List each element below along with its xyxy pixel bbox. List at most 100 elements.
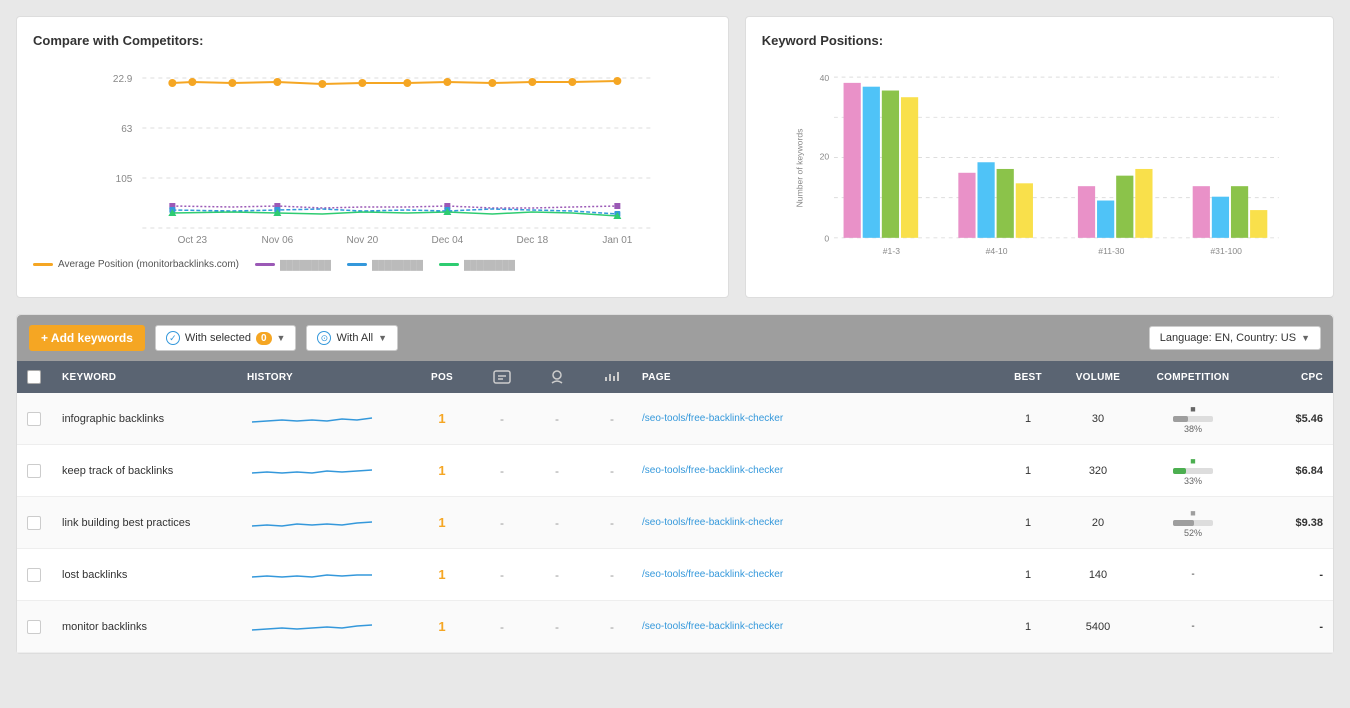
row2-volume: 320 [1063,465,1133,477]
legend-item-comp2: ████████ [347,259,423,270]
circle-icon: ⊙ [317,331,331,345]
header-volume: VOLUME [1063,372,1133,383]
header-checkbox-cell [27,370,57,384]
row4-best: 1 [998,569,1058,581]
header-competition: COMPETITION [1138,372,1248,383]
header-cpc: CPC [1253,372,1323,383]
language-label: Language: EN, Country: US [1160,332,1296,344]
keywords-table-section: + Add keywords ✓ With selected 0 ▼ ⊙ Wit… [16,314,1334,654]
row3-best: 1 [998,517,1058,529]
row1-best: 1 [998,413,1058,425]
bar-chart-svg: Number of keywords 40 20 0 [762,58,1317,278]
toolbar-right: Language: EN, Country: US ▼ [1149,326,1321,350]
svg-text:20: 20 [819,151,829,161]
row5-col4: - [477,620,527,634]
row2-best: 1 [998,465,1058,477]
svg-text:Oct 23: Oct 23 [178,235,208,246]
add-keywords-button[interactable]: + Add keywords [29,325,145,351]
table-row: link building best practices 1 - - - /se… [17,497,1333,549]
row3-competition: ■ 52% [1138,508,1248,538]
legend-item-comp1: ████████ [255,259,331,270]
row3-history [247,511,407,534]
row1-col4: - [477,412,527,426]
row4-page[interactable]: /seo-tools/free-backlink-checker [642,569,993,580]
header-col6 [587,369,637,385]
chevron-down-icon-2: ▼ [378,333,387,343]
svg-text:Dec 18: Dec 18 [517,235,549,246]
with-all-button[interactable]: ⊙ With All ▼ [306,325,398,351]
row1-col6: - [587,412,637,426]
row1-volume: 30 [1063,413,1133,425]
chart-legend: Average Position (monitorbacklinks.com) … [33,259,712,270]
svg-text:63: 63 [121,124,133,135]
row3-volume: 20 [1063,517,1133,529]
svg-text:Nov 20: Nov 20 [347,235,379,246]
row3-checkbox[interactable] [27,516,57,530]
add-keywords-label: + Add keywords [41,331,133,345]
compare-competitors-panel: Compare with Competitors: 22.9 63 105 Oc… [16,16,729,298]
row1-competition: ■ 38% [1138,404,1248,434]
row5-keyword: monitor backlinks [62,621,242,633]
header-col5 [532,369,582,385]
row4-competition: - [1138,569,1248,580]
chevron-down-icon: ▼ [277,333,286,343]
row2-checkbox[interactable] [27,464,57,478]
row3-col5: - [532,516,582,530]
header-col4 [477,369,527,385]
row2-col5: - [532,464,582,478]
row1-checkbox[interactable] [27,412,57,426]
row2-page[interactable]: /seo-tools/free-backlink-checker [642,465,993,476]
line-chart-container: 22.9 63 105 Oct 23 Nov 06 Nov 20 Dec 04 … [33,58,712,278]
row3-keyword: link building best practices [62,517,242,529]
row1-cpc: $5.46 [1253,413,1323,425]
select-all-checkbox[interactable] [27,370,41,384]
row4-col5: - [532,568,582,582]
table-row: keep track of backlinks 1 - - - /seo-too… [17,445,1333,497]
row4-keyword: lost backlinks [62,569,242,581]
row4-col6: - [587,568,637,582]
with-selected-button[interactable]: ✓ With selected 0 ▼ [155,325,297,351]
table-header: KEYWORD HISTORY POS PAGE BEST VOLUME COM… [17,361,1333,393]
svg-text:105: 105 [116,174,133,185]
svg-text:#1-3: #1-3 [882,246,899,256]
svg-text:Jan 01: Jan 01 [602,235,632,246]
row2-col4: - [477,464,527,478]
row5-best: 1 [998,621,1058,633]
svg-text:Number of keywords: Number of keywords [794,129,804,208]
legend-item-main: Average Position (monitorbacklinks.com) [33,259,239,270]
header-best: BEST [998,372,1058,383]
header-page: PAGE [642,372,993,383]
row3-col4: - [477,516,527,530]
row2-cpc: $6.84 [1253,465,1323,477]
svg-text:#31-100: #31-100 [1210,246,1242,256]
row5-history [247,615,407,638]
selected-count-badge: 0 [256,332,272,345]
row2-competition: ■ 33% [1138,456,1248,486]
row1-col5: - [532,412,582,426]
check-icon: ✓ [166,331,180,345]
row1-page[interactable]: /seo-tools/free-backlink-checker [642,413,993,424]
row5-page[interactable]: /seo-tools/free-backlink-checker [642,621,993,632]
row1-keyword: infographic backlinks [62,413,242,425]
table-row: infographic backlinks 1 - - - /seo-tools… [17,393,1333,445]
row5-checkbox[interactable] [27,620,57,634]
legend-item-comp3: ████████ [439,259,515,270]
language-selector[interactable]: Language: EN, Country: US ▼ [1149,326,1321,350]
header-history: HISTORY [247,372,407,383]
row2-pos: 1 [412,463,472,478]
row4-volume: 140 [1063,569,1133,581]
row4-pos: 1 [412,567,472,582]
row3-page[interactable]: /seo-tools/free-backlink-checker [642,517,993,528]
row5-cpc: - [1253,621,1323,633]
row4-checkbox[interactable] [27,568,57,582]
table-row: lost backlinks 1 - - - /seo-tools/free-b… [17,549,1333,601]
right-chart-title: Keyword Positions: [762,33,1317,48]
with-selected-label: With selected [185,332,251,344]
svg-text:#11-30: #11-30 [1098,246,1124,256]
svg-text:#4-10: #4-10 [985,246,1007,256]
language-chevron-icon: ▼ [1301,333,1310,343]
svg-text:40: 40 [819,73,829,83]
row3-col6: - [587,516,637,530]
svg-text:Nov 06: Nov 06 [262,235,294,246]
row2-history [247,459,407,482]
